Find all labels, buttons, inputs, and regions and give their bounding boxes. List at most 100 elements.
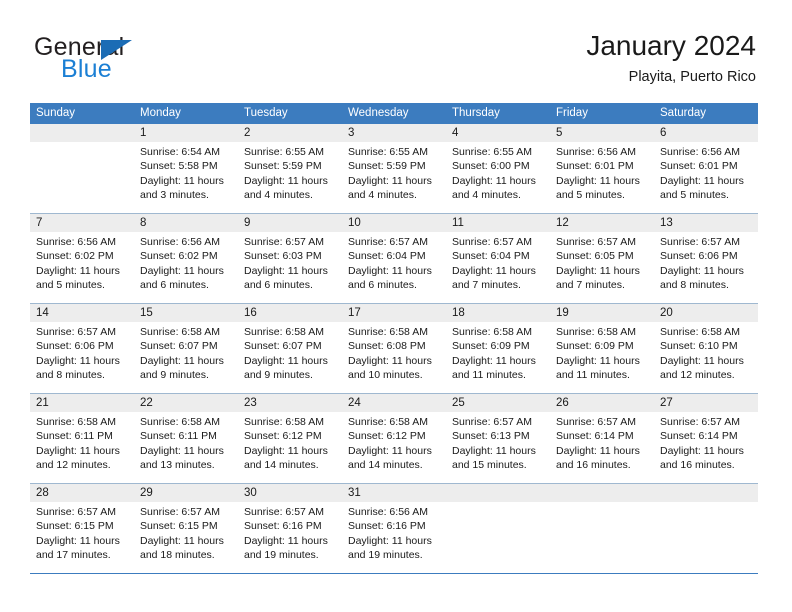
day-cell[interactable]: 19 Sunrise: 6:58 AM Sunset: 6:09 PM Dayligh… <box>550 304 654 393</box>
day-cell[interactable]: 24 Sunrise: 6:58 AM Sunset: 6:12 PM Dayligh… <box>342 394 446 483</box>
day-cell[interactable]: 2 Sunrise: 6:55 AM Sunset: 5:59 PM Daylight… <box>238 124 342 213</box>
day-info: Sunrise: 6:58 AM Sunset: 6:12 PM Daylight:… <box>342 412 446 473</box>
day-number-band: 2 <box>238 124 342 142</box>
daylight-text-line1: Daylight: 11 hours <box>660 174 744 187</box>
day-cell[interactable]: 13 Sunrise: 6:57 AM Sunset: 6:06 PM Dayligh… <box>654 214 758 303</box>
day-cell[interactable]: 8 Sunrise: 6:56 AM Sunset: 6:02 PM Daylight… <box>134 214 238 303</box>
sunset-text: Sunset: 6:15 PM <box>140 520 218 533</box>
day-number: 9 <box>244 217 251 229</box>
calendar-bottom-rule <box>30 573 758 574</box>
day-cell[interactable]: 22 Sunrise: 6:58 AM Sunset: 6:11 PM Dayligh… <box>134 394 238 483</box>
sunrise-text: Sunrise: 6:56 AM <box>660 146 740 158</box>
daylight-text-line2: and 16 minutes. <box>660 459 735 472</box>
day-cell[interactable]: 23 Sunrise: 6:58 AM Sunset: 6:12 PM Dayligh… <box>238 394 342 483</box>
day-number-band: 26 <box>550 394 654 412</box>
day-number: 12 <box>556 217 569 229</box>
day-cell[interactable]: 14 Sunrise: 6:57 AM Sunset: 6:06 PM Dayligh… <box>30 304 134 393</box>
day-number-band: 30 <box>238 484 342 502</box>
logo-text-blue: Blue <box>61 55 112 83</box>
day-cell[interactable]: 4 Sunrise: 6:55 AM Sunset: 6:00 PM Daylight… <box>446 124 550 213</box>
sunset-text: Sunset: 6:15 PM <box>36 520 114 533</box>
weekday-header-sunday: Sunday <box>36 107 76 119</box>
daylight-text-line1: Daylight: 11 hours <box>452 174 536 187</box>
sunset-text: Sunset: 6:01 PM <box>556 160 634 173</box>
day-info: Sunrise: 6:57 AM Sunset: 6:15 PM Daylight:… <box>30 502 134 563</box>
calendar-week-row: 1 Sunrise: 6:54 AM Sunset: 5:58 PM Daylight… <box>30 124 758 213</box>
day-info: Sunrise: 6:57 AM Sunset: 6:03 PM Daylight:… <box>238 232 342 293</box>
day-cell[interactable]: 18 Sunrise: 6:58 AM Sunset: 6:09 PM Dayligh… <box>446 304 550 393</box>
day-number: 22 <box>140 397 153 409</box>
day-info: Sunrise: 6:57 AM Sunset: 6:16 PM Daylight:… <box>238 502 342 563</box>
sunrise-text: Sunrise: 6:56 AM <box>140 236 220 248</box>
calendar-week-row: 28 Sunrise: 6:57 AM Sunset: 6:15 PM Dayligh… <box>30 483 758 573</box>
day-cell[interactable]: 15 Sunrise: 6:58 AM Sunset: 6:07 PM Dayligh… <box>134 304 238 393</box>
day-info: Sunrise: 6:58 AM Sunset: 6:12 PM Daylight:… <box>238 412 342 473</box>
day-number: 8 <box>140 217 147 229</box>
day-number: 18 <box>452 307 465 319</box>
day-cell[interactable]: 1 Sunrise: 6:54 AM Sunset: 5:58 PM Daylight… <box>134 124 238 213</box>
day-cell[interactable]: 27 Sunrise: 6:57 AM Sunset: 6:14 PM Dayligh… <box>654 394 758 483</box>
day-number-band: 3 <box>342 124 446 142</box>
daylight-text-line1: Daylight: 11 hours <box>140 444 224 457</box>
daylight-text-line2: and 12 minutes. <box>36 459 111 472</box>
sunrise-text: Sunrise: 6:58 AM <box>244 326 324 338</box>
daylight-text-line2: and 10 minutes. <box>348 369 423 382</box>
day-info: Sunrise: 6:58 AM Sunset: 6:07 PM Daylight:… <box>238 322 342 383</box>
day-cell[interactable]: 9 Sunrise: 6:57 AM Sunset: 6:03 PM Daylight… <box>238 214 342 303</box>
week-cells: 14 Sunrise: 6:57 AM Sunset: 6:06 PM Dayligh… <box>30 304 758 393</box>
day-number-band: 13 <box>654 214 758 232</box>
daylight-text-line1: Daylight: 11 hours <box>452 354 536 367</box>
sunset-text: Sunset: 6:12 PM <box>244 430 322 443</box>
daylight-text-line1: Daylight: 11 hours <box>556 174 640 187</box>
day-cell[interactable]: 10 Sunrise: 6:57 AM Sunset: 6:04 PM Dayligh… <box>342 214 446 303</box>
day-cell[interactable]: 26 Sunrise: 6:57 AM Sunset: 6:14 PM Dayligh… <box>550 394 654 483</box>
day-info: Sunrise: 6:57 AM Sunset: 6:13 PM Daylight:… <box>446 412 550 473</box>
day-cell[interactable]: 28 Sunrise: 6:57 AM Sunset: 6:15 PM Dayligh… <box>30 484 134 573</box>
sunrise-text: Sunrise: 6:58 AM <box>348 326 428 338</box>
sunrise-text: Sunrise: 6:57 AM <box>244 506 324 518</box>
day-cell[interactable]: 7 Sunrise: 6:56 AM Sunset: 6:02 PM Daylight… <box>30 214 134 303</box>
daylight-text-line1: Daylight: 11 hours <box>36 264 120 277</box>
day-number-band: 8 <box>134 214 238 232</box>
day-cell[interactable]: 31 Sunrise: 6:56 AM Sunset: 6:16 PM Dayligh… <box>342 484 446 573</box>
daylight-text-line1: Daylight: 11 hours <box>140 354 224 367</box>
sunset-text: Sunset: 6:08 PM <box>348 340 426 353</box>
day-cell[interactable]: 21 Sunrise: 6:58 AM Sunset: 6:11 PM Dayligh… <box>30 394 134 483</box>
day-cell[interactable]: 30 Sunrise: 6:57 AM Sunset: 6:16 PM Dayligh… <box>238 484 342 573</box>
sunrise-text: Sunrise: 6:56 AM <box>348 506 428 518</box>
day-cell[interactable]: 20 Sunrise: 6:58 AM Sunset: 6:10 PM Dayligh… <box>654 304 758 393</box>
day-cell[interactable]: 17 Sunrise: 6:58 AM Sunset: 6:08 PM Dayligh… <box>342 304 446 393</box>
sunrise-text: Sunrise: 6:58 AM <box>140 416 220 428</box>
day-cell[interactable]: 16 Sunrise: 6:58 AM Sunset: 6:07 PM Dayligh… <box>238 304 342 393</box>
daylight-text-line1: Daylight: 11 hours <box>348 354 432 367</box>
day-cell[interactable]: 25 Sunrise: 6:57 AM Sunset: 6:13 PM Dayligh… <box>446 394 550 483</box>
day-number-band: 19 <box>550 304 654 322</box>
day-info: Sunrise: 6:58 AM Sunset: 6:11 PM Daylight:… <box>134 412 238 473</box>
sunset-text: Sunset: 6:02 PM <box>140 250 218 263</box>
sunrise-text: Sunrise: 6:56 AM <box>36 236 116 248</box>
day-cell[interactable]: 12 Sunrise: 6:57 AM Sunset: 6:05 PM Dayligh… <box>550 214 654 303</box>
day-cell[interactable]: 3 Sunrise: 6:55 AM Sunset: 5:59 PM Daylight… <box>342 124 446 213</box>
day-cell[interactable]: 6 Sunrise: 6:56 AM Sunset: 6:01 PM Daylight… <box>654 124 758 213</box>
sunrise-text: Sunrise: 6:55 AM <box>244 146 324 158</box>
daylight-text-line1: Daylight: 11 hours <box>244 264 328 277</box>
calendar-week-row: 14 Sunrise: 6:57 AM Sunset: 6:06 PM Dayligh… <box>30 303 758 393</box>
sunset-text: Sunset: 6:11 PM <box>140 430 217 443</box>
day-cell[interactable]: 5 Sunrise: 6:56 AM Sunset: 6:01 PM Daylight… <box>550 124 654 213</box>
day-number: 6 <box>660 127 667 139</box>
day-info: Sunrise: 6:57 AM Sunset: 6:14 PM Daylight:… <box>550 412 654 473</box>
day-number-band: 17 <box>342 304 446 322</box>
day-number: 27 <box>660 397 673 409</box>
daylight-text-line1: Daylight: 11 hours <box>452 264 536 277</box>
day-number-band: 14 <box>30 304 134 322</box>
day-cell[interactable]: 29 Sunrise: 6:57 AM Sunset: 6:15 PM Dayligh… <box>134 484 238 573</box>
daylight-text-line2: and 16 minutes. <box>556 459 631 472</box>
day-cell[interactable]: 11 Sunrise: 6:57 AM Sunset: 6:04 PM Dayligh… <box>446 214 550 303</box>
day-cell-empty <box>446 484 550 573</box>
daylight-text-line1: Daylight: 11 hours <box>36 534 120 547</box>
sunrise-text: Sunrise: 6:58 AM <box>244 416 324 428</box>
sunset-text: Sunset: 6:13 PM <box>452 430 530 443</box>
sunset-text: Sunset: 5:58 PM <box>140 160 218 173</box>
day-number-band: 29 <box>134 484 238 502</box>
general-blue-logo: General Blue <box>34 33 234 89</box>
